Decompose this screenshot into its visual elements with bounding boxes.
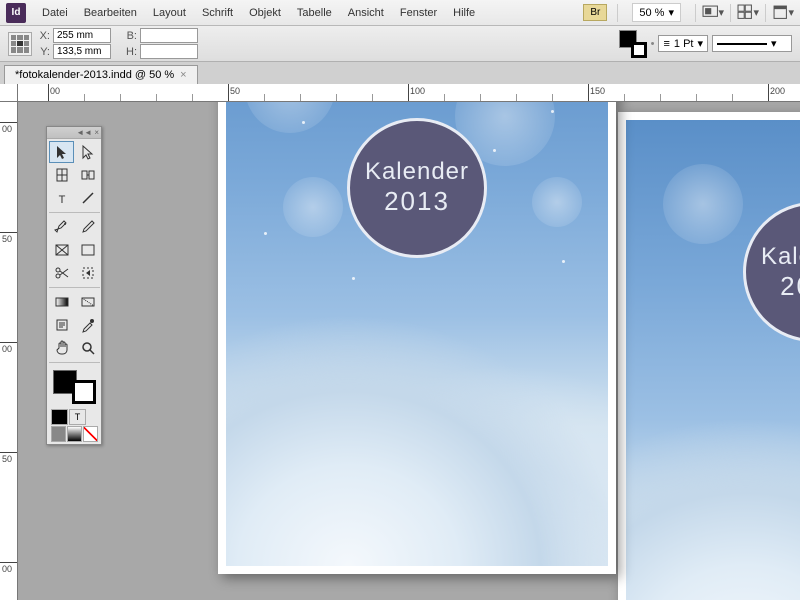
h-input[interactable]: [140, 44, 198, 59]
free-transform-tool[interactable]: [75, 262, 100, 284]
ruler-horizontal[interactable]: 00 50 100 150 200: [18, 84, 800, 102]
w-input[interactable]: [140, 28, 198, 43]
ruler-tick-label: 00: [2, 344, 12, 354]
bridge-badge[interactable]: Br: [583, 4, 607, 21]
menu-tabelle[interactable]: Tabelle: [289, 3, 340, 23]
apply-color-icon[interactable]: [51, 409, 68, 425]
calendar-badge: Kalender 2013: [347, 118, 487, 258]
x-input[interactable]: [53, 28, 111, 43]
ruler-tick-label: 00: [2, 124, 12, 134]
menu-bearbeiten[interactable]: Bearbeiten: [76, 3, 145, 23]
gradient-swatch-tool[interactable]: [49, 291, 74, 313]
menu-hilfe[interactable]: Hilfe: [445, 3, 483, 23]
ruler-tick-label: 50: [2, 454, 12, 464]
chevron-down-icon: ▾: [771, 37, 777, 50]
control-bar: X: Y: B: H: • ≡1 Pt▾ ▾: [0, 26, 800, 62]
svg-text:T: T: [58, 194, 65, 206]
arrange-icon[interactable]: ▾: [737, 2, 759, 24]
rect-frame-tool[interactable]: [49, 239, 74, 261]
document-tab-title: *fotokalender-2013.indd @ 50 %: [15, 69, 174, 81]
canvas[interactable]: ◄◄ × TT Kalender 2013 Kal: [18, 102, 800, 600]
calendar-year: 2013: [384, 186, 450, 217]
document-page-bg[interactable]: Kalender 2013: [618, 112, 800, 600]
menu-datei[interactable]: Datei: [34, 3, 76, 23]
menu-schrift[interactable]: Schrift: [194, 3, 241, 23]
pencil-tool[interactable]: [75, 216, 100, 238]
stroke-color[interactable]: [72, 380, 96, 404]
stroke-style-select[interactable]: ▾: [712, 35, 792, 52]
ref-point-icon[interactable]: [8, 32, 32, 56]
document-page[interactable]: Kalender 2013: [218, 102, 616, 574]
ruler-origin[interactable]: [0, 84, 18, 102]
y-label: Y:: [36, 46, 50, 58]
menu-ansicht[interactable]: Ansicht: [340, 3, 392, 23]
menu-bar: Id DateiBearbeitenLayoutSchriftObjektTab…: [0, 0, 800, 26]
zoom-tool[interactable]: [75, 337, 100, 359]
document-tab[interactable]: *fotokalender-2013.indd @ 50 % ×: [4, 65, 198, 84]
pen-tool[interactable]: [49, 216, 74, 238]
ruler-tick-label: 150: [590, 86, 605, 96]
eyedropper-tool[interactable]: [75, 314, 100, 336]
h-label: H:: [123, 46, 137, 58]
stroke-weight-select[interactable]: ≡1 Pt▾: [658, 35, 708, 52]
rect-tool[interactable]: [75, 239, 100, 261]
selection-tool[interactable]: [49, 141, 74, 163]
gap-tool[interactable]: [75, 164, 100, 186]
color-swatches[interactable]: [51, 368, 98, 406]
toolbox-header[interactable]: ◄◄ ×: [47, 127, 101, 139]
menu-layout[interactable]: Layout: [145, 3, 194, 23]
app-logo: Id: [6, 3, 26, 23]
w-label: B:: [123, 30, 137, 42]
ruler-tick-label: 100: [410, 86, 425, 96]
note-tool[interactable]: [49, 314, 74, 336]
gradient-feather-tool[interactable]: [75, 291, 100, 313]
none-icon[interactable]: [83, 426, 98, 442]
menu-objekt[interactable]: Objekt: [241, 3, 289, 23]
ruler-tick-label: 200: [770, 86, 785, 96]
gradient-icon[interactable]: [67, 426, 82, 442]
hand-tool[interactable]: [49, 337, 74, 359]
y-input[interactable]: [53, 44, 111, 59]
scissors-tool[interactable]: [49, 262, 74, 284]
ruler-tick-label: 50: [230, 86, 240, 96]
calendar-badge: Kalender 2013: [743, 202, 800, 342]
normal-view-icon[interactable]: [51, 426, 66, 442]
page-tool[interactable]: [49, 164, 74, 186]
chevron-down-icon: ▾: [668, 6, 674, 19]
chevron-down-icon: ▾: [697, 37, 703, 50]
ruler-tick-label: 50: [2, 234, 12, 244]
close-icon[interactable]: ×: [180, 69, 186, 81]
direct-select-tool[interactable]: [75, 141, 100, 163]
calendar-title: Kalender: [365, 158, 469, 186]
format-text-icon[interactable]: T: [69, 409, 86, 425]
line-tool[interactable]: [75, 187, 100, 209]
type-tool[interactable]: T: [49, 187, 74, 209]
stroke-swatch[interactable]: [631, 42, 647, 58]
toolbox: ◄◄ × T T: [46, 126, 102, 445]
workspace-icon[interactable]: ▾: [772, 2, 794, 24]
ruler-vertical[interactable]: 00 50 00 50 00: [0, 102, 18, 600]
x-label: X:: [36, 30, 50, 42]
screen-mode-icon[interactable]: ▾: [702, 2, 724, 24]
zoom-select[interactable]: 50 %▾: [632, 3, 681, 22]
menu-fenster[interactable]: Fenster: [392, 3, 445, 23]
ruler-tick-label: 00: [2, 564, 12, 574]
document-tab-bar: *fotokalender-2013.indd @ 50 % ×: [0, 62, 800, 84]
ruler-tick-label: 00: [50, 86, 60, 96]
